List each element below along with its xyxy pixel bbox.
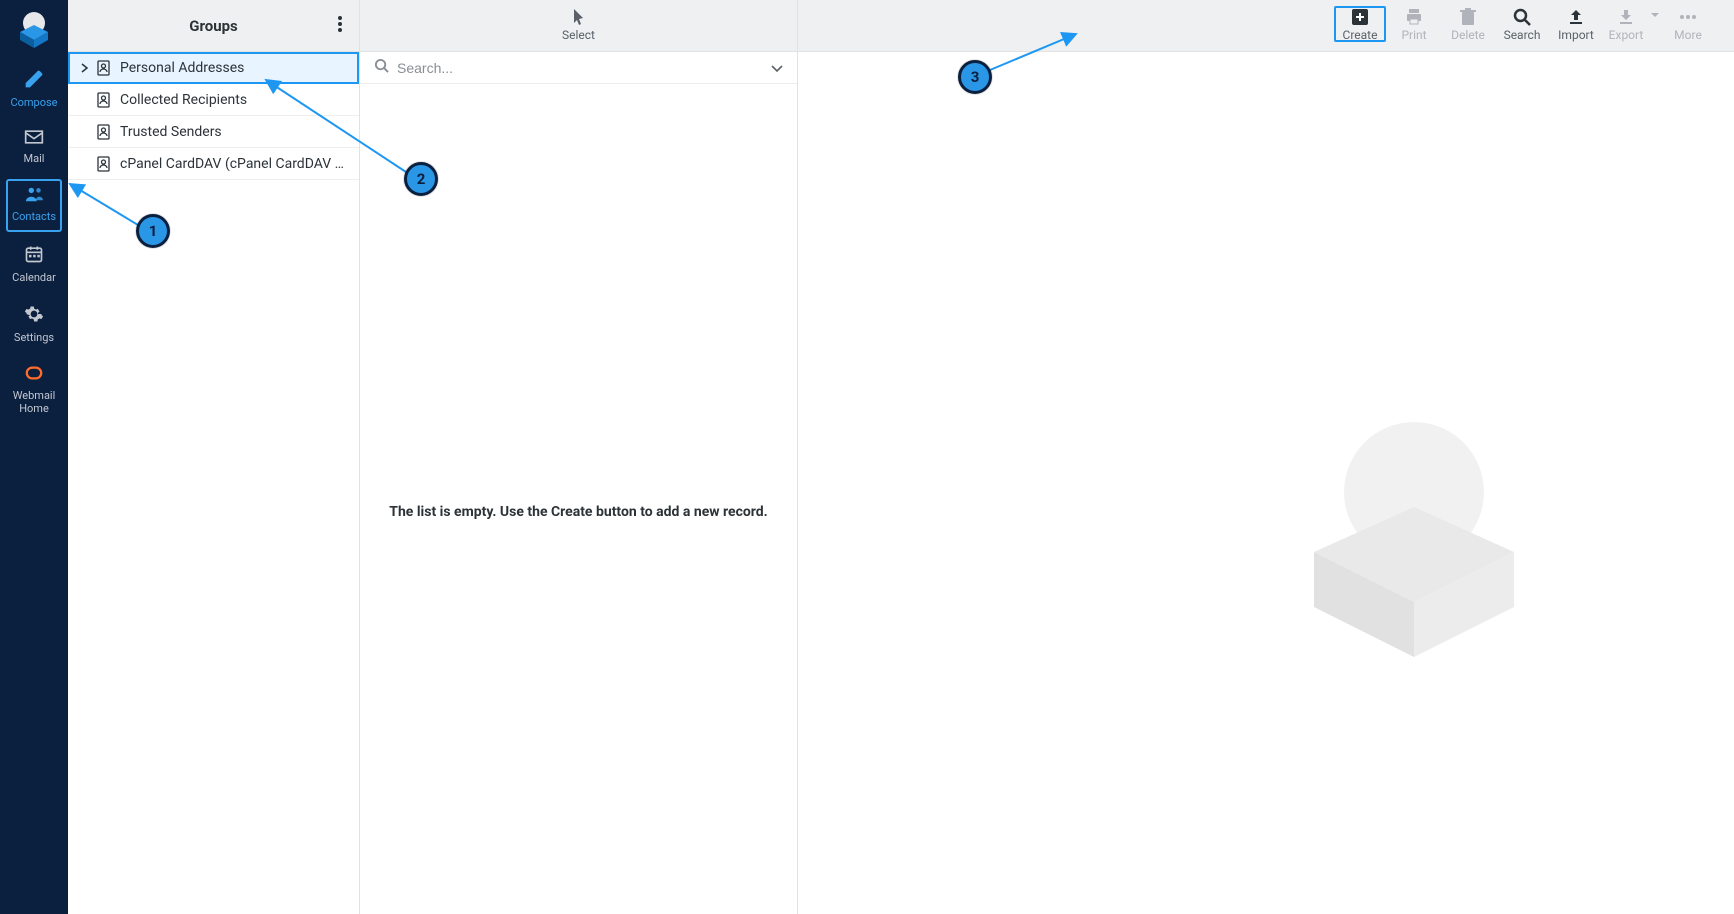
addressbook-icon xyxy=(96,124,112,140)
chevron-down-icon xyxy=(771,65,783,73)
left-sidebar: Compose Mail Contacts Calendar xyxy=(0,0,68,914)
nav-contacts[interactable]: Contacts xyxy=(6,179,62,231)
groups-title: Groups xyxy=(68,17,359,35)
upload-icon xyxy=(1567,6,1585,28)
cpanel-icon xyxy=(6,364,62,386)
app-logo xyxy=(14,10,54,50)
create-label: Create xyxy=(1343,28,1378,42)
search-icon xyxy=(1513,6,1531,28)
more-label: More xyxy=(1674,28,1702,42)
search-button[interactable]: Search xyxy=(1496,6,1548,42)
search-label: Search xyxy=(1504,28,1541,42)
group-item-label: Personal Addresses xyxy=(120,60,351,76)
search-input[interactable] xyxy=(397,60,767,76)
delete-button[interactable]: Delete xyxy=(1442,6,1494,42)
groups-header: Groups xyxy=(68,0,359,52)
caret-down-icon xyxy=(1650,6,1660,24)
nav-webmail-home[interactable]: Webmail Home xyxy=(6,358,62,423)
vertical-dots-icon xyxy=(337,15,343,33)
trash-icon xyxy=(1460,6,1476,28)
create-button[interactable]: Create xyxy=(1334,6,1386,42)
import-button[interactable]: Import xyxy=(1550,6,1602,42)
detail-body xyxy=(798,52,1734,914)
contact-placeholder-image xyxy=(1284,422,1544,666)
group-item-trusted[interactable]: Trusted Senders xyxy=(68,116,359,148)
nav-calendar[interactable]: Calendar xyxy=(6,238,62,292)
mail-icon xyxy=(6,129,62,149)
contacts-icon xyxy=(6,185,62,207)
detail-panel: Create Print Delete Search xyxy=(798,0,1734,914)
addressbook-icon xyxy=(96,92,112,108)
print-label: Print xyxy=(1401,28,1426,42)
nav-compose-label: Compose xyxy=(6,96,62,109)
groups-menu-button[interactable] xyxy=(331,9,349,43)
nav-calendar-label: Calendar xyxy=(6,271,62,284)
export-label: Export xyxy=(1609,28,1644,42)
app-root: Compose Mail Contacts Calendar xyxy=(0,0,1734,914)
search-icon xyxy=(374,58,389,77)
group-item-carddav[interactable]: cPanel CardDAV (cPanel CardDAV Address… xyxy=(68,148,359,180)
addressbook-icon xyxy=(96,60,112,76)
group-item-collected[interactable]: Collected Recipients xyxy=(68,84,359,116)
gear-icon xyxy=(6,304,62,328)
import-label: Import xyxy=(1558,28,1594,42)
export-dropdown-toggle[interactable] xyxy=(1650,6,1660,24)
annotation-marker-2: 2 xyxy=(404,162,438,196)
calendar-icon xyxy=(6,244,62,268)
more-icon xyxy=(1678,6,1698,28)
detail-toolbar: Create Print Delete Search xyxy=(798,0,1734,52)
group-list: Personal Addresses Collected Recipients … xyxy=(68,52,359,180)
nav-mail-label: Mail xyxy=(6,152,62,165)
print-icon xyxy=(1405,6,1423,28)
select-button[interactable]: Select xyxy=(544,6,614,42)
select-label: Select xyxy=(562,28,595,42)
group-item-label: Trusted Senders xyxy=(120,124,351,140)
annotation-marker-1: 1 xyxy=(136,214,170,248)
chevron-right-icon xyxy=(78,63,92,73)
addressbook-icon xyxy=(96,156,112,172)
nav-mail[interactable]: Mail xyxy=(6,123,62,173)
nav-webmail-home-label: Webmail Home xyxy=(6,389,62,415)
delete-label: Delete xyxy=(1451,28,1485,42)
empty-list-message: The list is empty. Use the Create button… xyxy=(360,504,797,520)
nav-settings-label: Settings xyxy=(6,331,62,344)
groups-panel: Groups Personal Addresses Collecte xyxy=(68,0,360,914)
annotation-marker-3: 3 xyxy=(958,60,992,94)
download-icon xyxy=(1617,6,1635,28)
nav-settings[interactable]: Settings xyxy=(6,298,62,352)
export-button[interactable]: Export xyxy=(1604,6,1648,42)
list-toolbar: Select xyxy=(360,0,797,52)
nav-contacts-label: Contacts xyxy=(6,210,62,223)
contact-list-panel: Select The list is empty. Use the Create… xyxy=(360,0,798,914)
search-row xyxy=(360,52,797,84)
plus-square-icon xyxy=(1351,6,1369,28)
group-item-label: Collected Recipients xyxy=(120,92,351,108)
nav-compose[interactable]: Compose xyxy=(6,63,62,117)
search-options-toggle[interactable] xyxy=(767,54,787,81)
group-item-personal-addresses[interactable]: Personal Addresses xyxy=(68,52,359,84)
group-item-label: cPanel CardDAV (cPanel CardDAV Address… xyxy=(120,156,351,172)
cursor-icon xyxy=(572,6,586,28)
print-button[interactable]: Print xyxy=(1388,6,1440,42)
compose-icon xyxy=(6,69,62,93)
more-button[interactable]: More xyxy=(1662,6,1714,42)
